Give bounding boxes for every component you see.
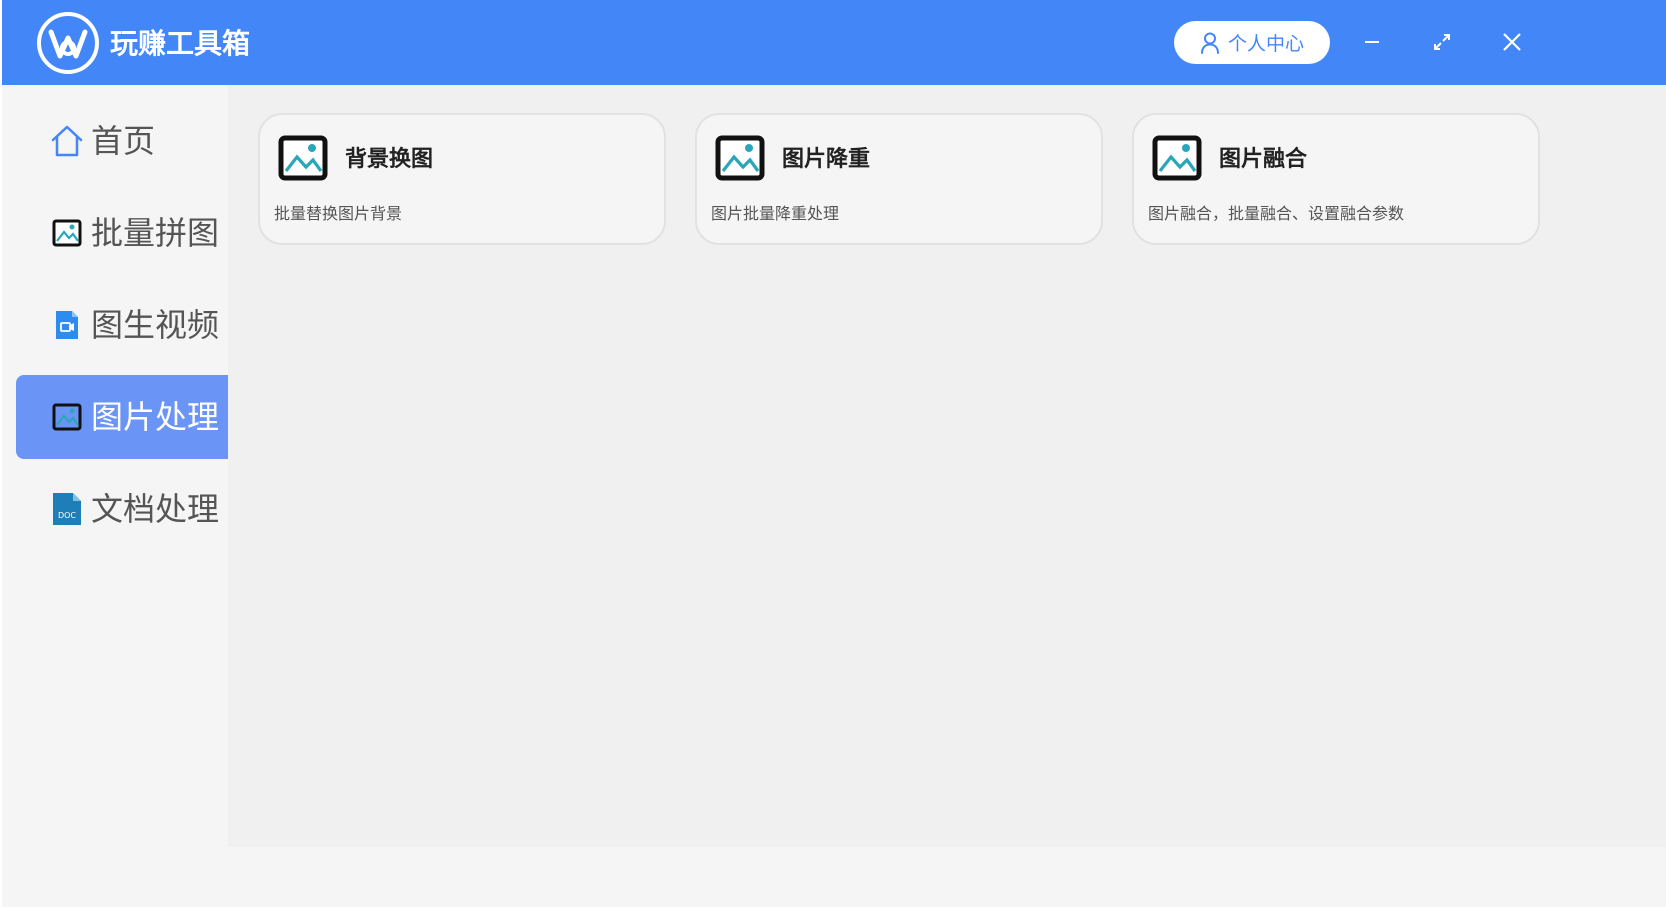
image-icon <box>715 135 765 181</box>
sidebar-item-image-processing[interactable]: 图片处理 <box>16 375 228 459</box>
tool-card-background-replace[interactable]: 背景换图 批量替换图片背景 <box>258 113 666 245</box>
home-icon <box>50 123 84 159</box>
sidebar-item-label: 图片处理 <box>91 398 220 436</box>
maximize-button[interactable] <box>1422 22 1462 62</box>
sidebar-item-image-to-video[interactable]: 图生视频 <box>16 283 228 367</box>
video-file-icon <box>50 307 84 343</box>
minimize-icon <box>1365 41 1379 43</box>
main-content: 背景换图 批量替换图片背景 图片降重 图片批量降重处理 图片融合 图片融合，批量… <box>228 85 1666 847</box>
svg-text:DOC: DOC <box>58 511 76 520</box>
minimize-button[interactable] <box>1352 22 1392 62</box>
app-logo-icon <box>37 12 99 74</box>
sidebar-item-label: 图生视频 <box>91 306 220 344</box>
image-icon <box>1152 135 1202 181</box>
card-description: 图片批量降重处理 <box>711 204 840 223</box>
card-title: 图片融合 <box>1219 147 1308 172</box>
close-icon <box>1503 33 1521 51</box>
card-title: 图片降重 <box>782 147 871 172</box>
card-title: 背景换图 <box>345 147 434 172</box>
app-title: 玩赚工具箱 <box>110 27 251 60</box>
sidebar-item-label: 批量拼图 <box>91 214 220 252</box>
image-icon <box>50 215 84 251</box>
sidebar-item-label: 文档处理 <box>91 490 220 528</box>
maximize-icon <box>1434 34 1450 50</box>
status-strip <box>228 847 1666 907</box>
close-button[interactable] <box>1492 22 1532 62</box>
sidebar-item-document-processing[interactable]: DOC 文档处理 <box>16 467 228 551</box>
image-icon <box>50 399 84 435</box>
card-description: 图片融合，批量融合、设置融合参数 <box>1148 204 1405 223</box>
image-icon <box>278 135 328 181</box>
sidebar: 首页 批量拼图 图生视频 图片处理 DOC 文档处理 <box>2 85 228 907</box>
sidebar-item-home[interactable]: 首页 <box>16 99 228 183</box>
user-center-button[interactable]: 个人中心 <box>1174 21 1330 64</box>
app-window: 玩赚工具箱 个人中心 首页 批量拼图 图生视频 图片处理 DOC 文档处理 背景… <box>2 0 1666 907</box>
user-center-label: 个人中心 <box>1227 33 1304 55</box>
sidebar-item-label: 首页 <box>91 122 156 160</box>
user-icon <box>1200 32 1219 54</box>
card-description: 批量替换图片背景 <box>274 204 403 223</box>
sidebar-item-batch-collage[interactable]: 批量拼图 <box>16 191 228 275</box>
tool-card-image-blend[interactable]: 图片融合 图片融合，批量融合、设置融合参数 <box>1132 113 1540 245</box>
doc-file-icon: DOC <box>50 491 84 527</box>
tool-card-image-dedupe[interactable]: 图片降重 图片批量降重处理 <box>695 113 1103 245</box>
title-bar: 玩赚工具箱 个人中心 <box>2 0 1666 85</box>
